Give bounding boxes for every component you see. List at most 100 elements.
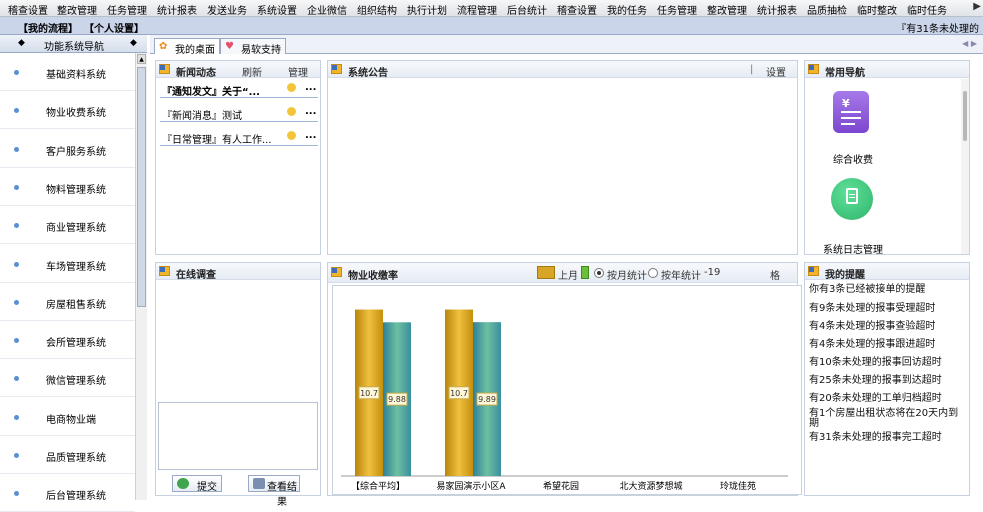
x-tick-label: 玲珑佳苑 <box>720 480 756 492</box>
news-more-link[interactable]: ... <box>305 82 316 93</box>
collection-bar-chart: 10.7 9.88 【综合平均】 10.7 9.89 易家园演示小区A 希望花园 北大资源梦想… <box>341 309 788 492</box>
top-menu-item[interactable]: 整改管理 <box>707 2 747 16</box>
menu-more-arrow-icon[interactable]: ▶ <box>973 1 981 12</box>
magnifier-icon <box>253 478 265 489</box>
sidebar-item[interactable]: 商业管理系统 <box>0 206 135 245</box>
bullet-icon <box>14 223 19 229</box>
reminder-item[interactable]: 有4条未处理的报事跟进超时 <box>809 340 967 350</box>
sidebar-item[interactable]: 后台管理系统 <box>0 474 135 512</box>
bullet-icon <box>14 376 19 382</box>
nav-scrollbar[interactable] <box>961 79 969 254</box>
news-title: 新闻动态 <box>176 68 216 79</box>
news-more-link[interactable]: ... <box>305 106 316 117</box>
tab-support[interactable]: ♥ 易软支持 <box>220 38 286 56</box>
top-menu-item[interactable]: 后台统计 <box>507 2 547 16</box>
survey-textarea[interactable] <box>158 402 318 470</box>
sidebar-item[interactable]: 物业收费系统 <box>0 91 135 130</box>
top-menu-item[interactable]: 稽查设置 <box>8 2 48 16</box>
reminder-item[interactable]: 有9条未处理的报事受理超时 <box>809 304 967 314</box>
x-tick-label: 希望花园 <box>543 480 579 492</box>
top-menu-item[interactable]: 发送业务 <box>207 2 247 16</box>
bullet-icon <box>14 70 19 75</box>
reminder-item[interactable]: 有25条未处理的报事到达超时 <box>809 376 967 386</box>
sidebar-item[interactable]: 微信管理系统 <box>0 359 135 398</box>
sidebar: ◆ 功能系统导航 ◆ 基础资料系统 物业收费系统 客户服务系统 物料管理系统 商业管理系… <box>0 35 147 512</box>
diamond-icon: ◆ <box>18 38 25 48</box>
tab-scroll-arrows[interactable]: ◀ ▶ <box>962 39 977 48</box>
top-menu-item[interactable]: 整改管理 <box>57 2 97 16</box>
top-menu-item[interactable]: 临时任务 <box>907 2 947 16</box>
sidebar-item[interactable]: 房屋租售系统 <box>0 283 135 321</box>
sidebar-item-label: 后台管理系统 <box>46 491 106 503</box>
reminder-item[interactable]: 有1个房屋出租状态将在20天内到期 <box>809 409 967 429</box>
news-row-text: 『通知发文』关于“... <box>162 87 260 98</box>
data-label: 10.7 <box>360 389 378 398</box>
divider: | <box>750 64 754 75</box>
tab-my-desktop[interactable]: ✿ 我的桌面 <box>154 38 220 56</box>
sidebar-item[interactable]: 物料管理系统 <box>0 168 135 206</box>
reminder-item[interactable]: 有4条未处理的报事查验超时 <box>809 322 967 332</box>
sidebar-item[interactable]: 客户服务系统 <box>0 130 135 168</box>
collection-rate-panel: 物业收缴率 上月 按月统计 按年统计 -19 格 10.7 9.88 【综合平均】 1… <box>327 262 802 496</box>
panel-icon <box>808 266 819 276</box>
announcement-settings-link[interactable]: 设置 <box>766 64 786 79</box>
top-menu-item[interactable]: 稽查设置 <box>557 2 597 16</box>
top-menu-item[interactable]: 统计报表 <box>157 2 197 16</box>
announcement-title: 系统公告 <box>348 68 388 79</box>
by-year-radio[interactable] <box>648 268 658 278</box>
scroll-up-icon[interactable]: ▲ <box>137 54 146 64</box>
sidebar-scrollbar[interactable]: ▲ <box>135 53 147 500</box>
top-menu-item[interactable]: 我的任务 <box>607 2 647 16</box>
bullet-icon <box>14 453 19 458</box>
survey-result-button[interactable]: 查看结果 <box>248 475 300 508</box>
top-menu-item[interactable]: 临时整改 <box>857 2 897 16</box>
reminder-item[interactable]: 你有3条已经被接单的提醒 <box>809 285 967 295</box>
announcement-panel: 系统公告 | 设置 <box>327 60 798 255</box>
reminder-item[interactable]: 有20条未处理的工单归档超时 <box>809 394 967 404</box>
sidebar-item-label: 物业收费系统 <box>46 108 106 120</box>
common-nav-title: 常用导航 <box>825 68 865 79</box>
sidebar-item[interactable]: 会所管理系统 <box>0 321 135 360</box>
top-menu-item[interactable]: 组织结构 <box>357 2 397 16</box>
by-month-radio[interactable] <box>594 268 604 278</box>
tab-strip: ✿ 我的桌面 ♥ 易软支持 ◀ ▶ <box>150 35 983 56</box>
my-process-link[interactable]: 【我的流程】 <box>18 20 78 35</box>
news-row[interactable]: 『通知发文』关于“...... <box>160 80 318 98</box>
sidebar-item[interactable]: 品质管理系统 <box>0 436 135 474</box>
sidebar-item-label: 物料管理系统 <box>46 184 106 196</box>
news-manage-link[interactable]: 管理 <box>288 64 308 79</box>
survey-panel: 在线调查 提交 查看结果 <box>155 262 321 508</box>
guide-item-system-log[interactable]: 系统日志管理 <box>813 178 893 256</box>
news-row[interactable]: 『日常管理』有人工作...... <box>160 128 318 146</box>
x-tick-label: 北大资源梦想城 <box>619 480 682 492</box>
collapse-diamond-icon[interactable]: ◆ <box>130 38 137 48</box>
sidebar-item[interactable]: 基础资料系统 <box>0 53 135 91</box>
reminder-item[interactable]: 有10条未处理的报事回访超时 <box>809 358 967 368</box>
sidebar-item[interactable]: 车场管理系统 <box>0 245 135 283</box>
top-menu-item[interactable]: 流程管理 <box>457 2 497 16</box>
top-menu-item[interactable]: 任务管理 <box>657 2 697 16</box>
cut-text: 格 <box>770 271 780 282</box>
top-menu-item[interactable]: 统计报表 <box>757 2 797 16</box>
nav-scroll-thumb[interactable] <box>963 91 967 141</box>
by-month-label: 按月统计 <box>607 271 647 282</box>
reminder-item[interactable]: 有31条未处理的报事完工超时 <box>809 433 967 443</box>
top-menu-item[interactable]: 品质抽检 <box>807 2 847 16</box>
top-menu-bar: 稽查设置 整改管理 任务管理 统计报表 发送业务 系统设置 企业微信 组织结构 执行计划 流程管理… <box>0 0 983 17</box>
reminder-ticker[interactable]: 『有31条未处理的 <box>896 20 979 35</box>
clipboard-icon <box>831 178 873 220</box>
top-menu-item[interactable]: 任务管理 <box>107 2 147 16</box>
news-refresh-link[interactable]: 刷新 <box>242 64 262 79</box>
top-menu-item[interactable]: 系统设置 <box>257 2 297 16</box>
top-menu-item[interactable]: 执行计划 <box>407 2 447 16</box>
sidebar-item[interactable]: 电商物业端 <box>0 398 135 436</box>
personal-settings-link[interactable]: 【个人设置】 <box>84 20 144 35</box>
news-row[interactable]: 『新闻消息』测试... <box>160 104 318 122</box>
survey-submit-button[interactable]: 提交 <box>172 475 222 493</box>
scroll-thumb[interactable] <box>137 67 146 307</box>
top-menu-item[interactable]: 企业微信 <box>307 2 347 16</box>
news-more-link[interactable]: ... <box>305 130 316 141</box>
guide-item-comprehensive-fee[interactable]: ¥ 综合收费 <box>813 91 893 166</box>
bullet-icon <box>14 184 19 190</box>
panel-icon <box>808 64 819 74</box>
